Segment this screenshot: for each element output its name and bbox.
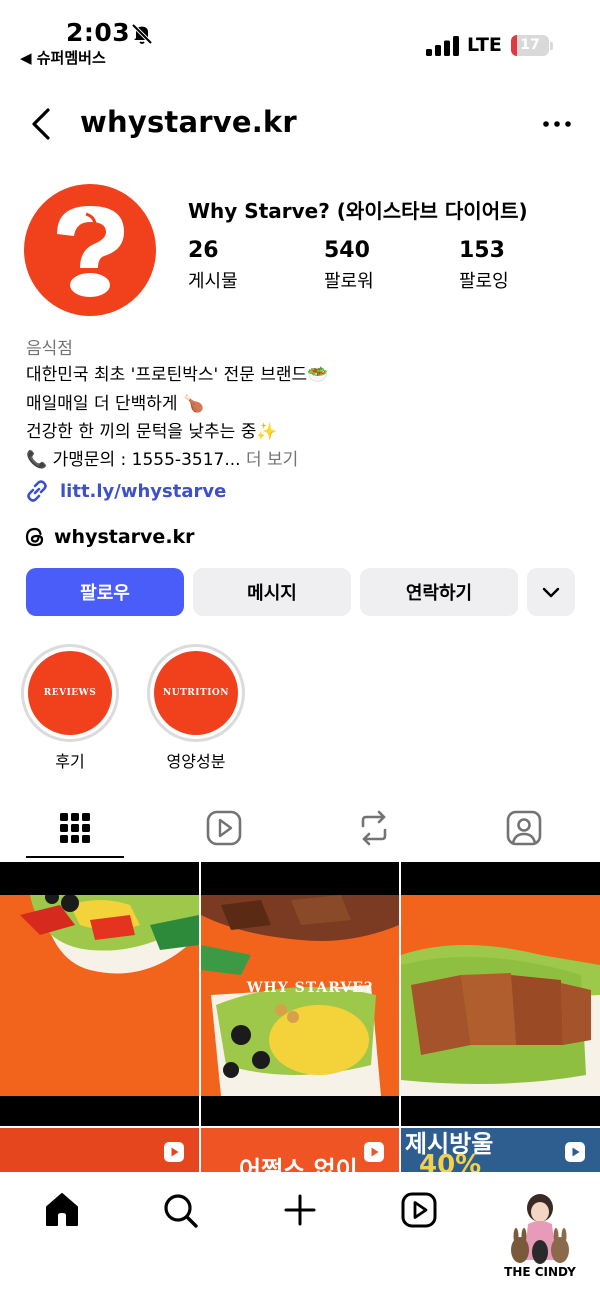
status-bar: 2:03 ◀ 슈퍼멤버스 LTE 17 xyxy=(0,0,600,80)
reel-icon xyxy=(565,1142,585,1162)
bio-line-with-more: 📞 가맹문의 : 1555-3517... 더 보기 xyxy=(26,445,298,470)
profile-sticker-caption: THE CINDY xyxy=(504,1265,576,1279)
chicken-bowl-image xyxy=(401,945,600,1096)
suggested-accounts-button[interactable] xyxy=(527,568,575,616)
back-arrow-icon[interactable] xyxy=(28,106,54,142)
following-count[interactable]: 153 팔로잉 xyxy=(459,238,509,293)
followers-count[interactable]: 540 팔로워 xyxy=(324,238,374,293)
network-type: LTE xyxy=(467,34,502,56)
post-overlay-text: 어쩔스 없이 xyxy=(239,1156,358,1172)
following-count-label: 팔로잉 xyxy=(459,271,509,292)
highlight-reviews[interactable]: REVIEWS 후기 xyxy=(21,644,119,772)
followers-count-value: 540 xyxy=(324,238,370,263)
bell-muted-icon xyxy=(131,23,153,45)
message-button[interactable]: 메시지 xyxy=(193,568,351,616)
link-icon xyxy=(27,480,47,502)
reel-icon xyxy=(164,1142,184,1162)
profile-category: 음식점 xyxy=(26,339,73,359)
follow-button[interactable]: 팔로우 xyxy=(26,568,184,616)
status-time: 2:03 xyxy=(66,18,131,47)
chevron-down-icon xyxy=(542,587,560,598)
posts-grid: WHY STARVE? 어쩔스 없이 제시방울 40% xyxy=(0,862,600,1172)
threads-icon xyxy=(25,527,44,547)
tagged-tab-icon[interactable] xyxy=(504,806,544,850)
reposts-tab-icon[interactable] xyxy=(354,806,394,850)
profile-avatar[interactable] xyxy=(24,184,156,316)
profile-link[interactable]: litt.ly/whystarve xyxy=(24,478,226,504)
highlight-cover-text: REVIEWS xyxy=(28,651,112,735)
search-icon[interactable] xyxy=(160,1190,200,1230)
bio-line: 건강한 한 끼의 문턱을 낮추는 중✨ xyxy=(26,422,278,442)
post-tile[interactable] xyxy=(0,1128,199,1172)
post-tile[interactable] xyxy=(401,895,600,1096)
post-tile[interactable] xyxy=(0,895,199,1096)
reel-icon xyxy=(364,1142,384,1162)
bio-line: 📞 가맹문의 : 1555-3517... xyxy=(26,450,241,470)
active-tab-indicator xyxy=(26,856,124,858)
home-icon[interactable] xyxy=(42,1190,82,1230)
following-count-value: 153 xyxy=(459,238,505,263)
posts-count-value: 26 xyxy=(188,238,219,263)
post-tile[interactable]: 어쩔스 없이 xyxy=(201,1128,399,1172)
salad-bowl-image xyxy=(20,895,199,974)
post-overlay-text: 40% xyxy=(419,1150,482,1172)
highlight-nutrition[interactable]: NUTRITION 영양성분 xyxy=(147,644,245,772)
battery-level: 17 xyxy=(520,37,540,53)
back-to-app-link[interactable]: ◀ 슈퍼멤버스 xyxy=(20,47,106,68)
contact-button[interactable]: 연락하기 xyxy=(360,568,518,616)
profile-link-text: litt.ly/whystarve xyxy=(60,480,227,502)
more-options-icon[interactable] xyxy=(542,116,572,132)
reels-icon[interactable] xyxy=(399,1190,439,1230)
highlight-cover-text: NUTRITION xyxy=(154,651,238,735)
posts-count[interactable]: 26 게시물 xyxy=(188,238,238,293)
post-tile[interactable]: 제시방울 40% xyxy=(401,1128,600,1172)
grid-tab-icon[interactable] xyxy=(55,806,95,850)
bio-line: 매일매일 더 단백하게 🍗 xyxy=(26,394,205,414)
profile-username: whystarve.kr xyxy=(80,105,297,139)
posts-count-label: 게시물 xyxy=(188,271,238,292)
bio-more-link[interactable]: 더 보기 xyxy=(246,450,298,470)
profile-display-name: Why Starve? (와이스타브 다이어트) xyxy=(188,199,528,223)
threads-username: whystarve.kr xyxy=(54,526,195,548)
reels-tab-icon[interactable] xyxy=(204,806,244,850)
question-mark-logo-icon xyxy=(57,206,124,297)
followers-count-label: 팔로워 xyxy=(324,271,374,292)
highlight-label: 후기 xyxy=(55,752,85,771)
highlight-label: 영양성분 xyxy=(166,752,226,771)
battery-icon: 17 xyxy=(511,35,553,57)
bio-line: 대한민국 최초 '프로틴박스' 전문 브랜드🥗 xyxy=(26,365,329,385)
create-post-icon[interactable] xyxy=(280,1190,320,1230)
grid-banner-text: WHY STARVE? xyxy=(246,980,374,996)
threads-badge[interactable]: whystarve.kr xyxy=(24,523,195,551)
signal-icon xyxy=(426,36,459,56)
